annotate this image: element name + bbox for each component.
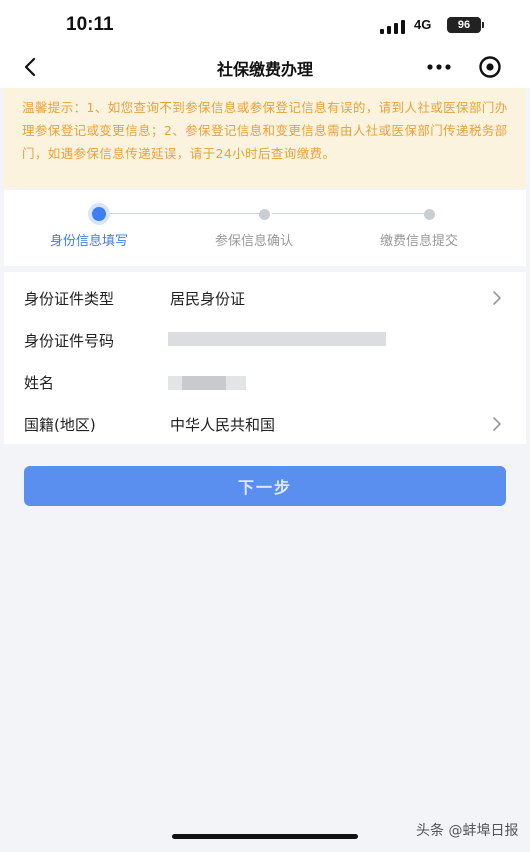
more-dots-icon	[427, 64, 451, 70]
watermark: 头条 @蚌埠日报	[416, 823, 519, 839]
redacted-id-number	[168, 332, 386, 346]
step-connector	[108, 213, 260, 214]
battery-icon: 96	[447, 17, 484, 33]
signal-bars-icon	[380, 18, 408, 34]
id-number-row: 身份证件号码	[4, 318, 526, 360]
name-label: 姓名	[24, 374, 55, 392]
warm-tip-notice: 温馨提示：1、如您查询不到参保信息或参保登记信息有误的，请到人社或医保部门办理参…	[4, 88, 526, 188]
name-row: 姓名	[4, 360, 526, 402]
phone-screen: 10:11 4G 96 社保缴费办理 温馨提示：1、如您查询不到参保信息或参保登…	[0, 0, 530, 852]
id-type-label: 身份证件类型	[24, 290, 115, 308]
close-miniprogram-button[interactable]	[476, 53, 504, 81]
close-miniprogram-icon	[479, 56, 501, 78]
step-connector	[272, 213, 426, 214]
id-number-label: 身份证件号码	[24, 332, 115, 350]
nationality-value: 中华人民共和国	[170, 416, 276, 434]
id-type-value: 居民身份证	[170, 290, 246, 308]
step-dot-active	[92, 207, 106, 221]
nationality-label: 国籍(地区)	[24, 416, 96, 434]
status-time: 10:11	[66, 14, 114, 35]
step-dot	[259, 209, 270, 220]
battery-level: 96	[457, 19, 471, 31]
more-button[interactable]	[424, 54, 454, 80]
nationality-row[interactable]: 国籍(地区) 中华人民共和国	[4, 402, 526, 444]
home-indicator[interactable]	[172, 834, 358, 839]
id-type-row[interactable]: 身份证件类型 居民身份证	[4, 276, 526, 318]
progress-steps: 身份信息填写 参保信息确认 缴费信息提交	[4, 190, 526, 266]
chevron-right-icon	[493, 291, 501, 305]
identity-form: 身份证件类型 居民身份证 身份证件号码 姓名 国籍(地区) 中华人民共和国	[4, 272, 526, 444]
step-label-payment: 缴费信息提交	[380, 234, 459, 249]
step-dot	[424, 209, 435, 220]
next-step-button[interactable]: 下一步	[24, 466, 506, 506]
step-label-insurance: 参保信息确认	[215, 234, 294, 249]
status-bar: 10:11 4G 96	[0, 0, 530, 46]
nav-bar: 社保缴费办理	[0, 46, 530, 88]
redacted-name	[182, 376, 226, 390]
chevron-right-icon	[493, 417, 501, 431]
network-type: 4G	[414, 17, 432, 32]
step-label-identity: 身份信息填写	[50, 234, 129, 249]
